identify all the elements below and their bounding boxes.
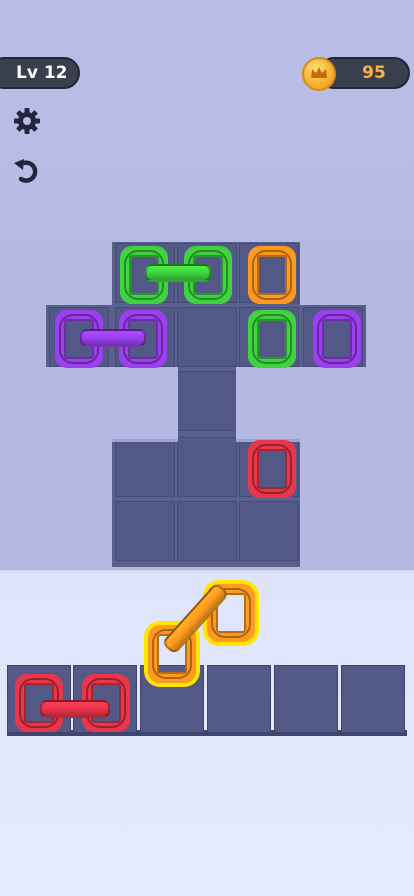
- ring-piece-orange[interactable]: [248, 246, 296, 304]
- board-cell[interactable]: [115, 501, 175, 561]
- undo-icon: [14, 159, 38, 183]
- board-cell[interactable]: [177, 437, 237, 497]
- ring-piece-green[interactable]: [248, 310, 296, 368]
- undo-button[interactable]: [10, 153, 44, 187]
- wall-block-left: [0, 367, 178, 439]
- ring-piece-red[interactable]: [248, 440, 296, 498]
- crown-coin-icon: [302, 57, 336, 91]
- board-cell[interactable]: [239, 501, 299, 561]
- board-cell[interactable]: [177, 307, 237, 367]
- coin-count: 95: [362, 63, 386, 83]
- gear-icon: [14, 108, 40, 134]
- board-cell[interactable]: [177, 501, 237, 561]
- settings-button[interactable]: [10, 104, 44, 138]
- tray-slot[interactable]: [274, 665, 338, 733]
- link-bar-green: [145, 264, 211, 282]
- wall-block-right: [236, 367, 414, 439]
- board-cell[interactable]: [115, 437, 175, 497]
- wall-right-lower: [300, 439, 414, 570]
- link-bar-red: [40, 700, 110, 718]
- link-bar-purple: [80, 329, 146, 347]
- board-cell[interactable]: [177, 371, 237, 431]
- tray-slot[interactable]: [207, 665, 271, 733]
- level-label: Lv 12: [16, 63, 68, 83]
- tray-slot[interactable]: [341, 665, 405, 733]
- wall-left-lower: [0, 439, 112, 570]
- ring-piece-purple[interactable]: [313, 310, 361, 368]
- level-indicator: Lv 12: [0, 57, 80, 89]
